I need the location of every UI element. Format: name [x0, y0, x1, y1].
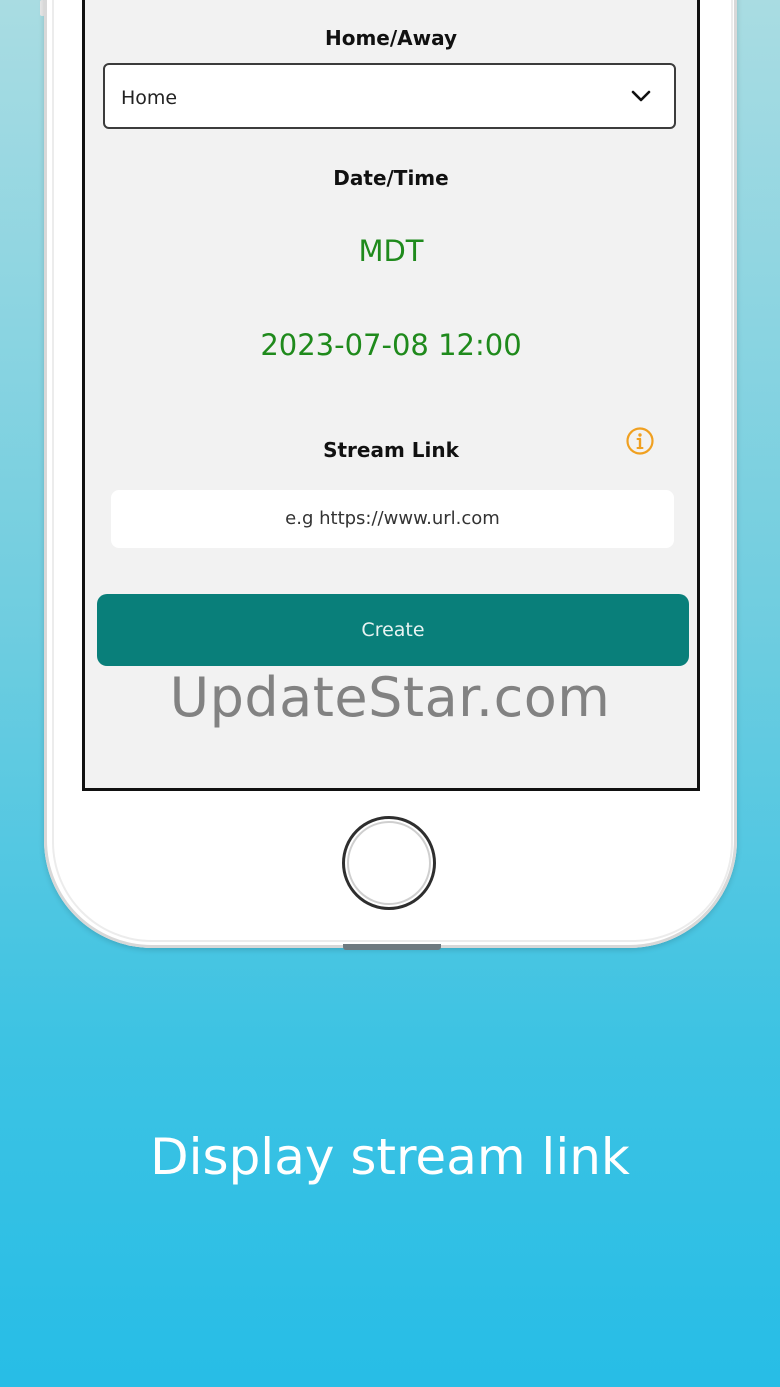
- timezone-value[interactable]: MDT: [85, 234, 697, 268]
- datetime-value[interactable]: 2023-07-08 12:00: [85, 328, 697, 362]
- datetime-label: Date/Time: [333, 166, 449, 190]
- watermark-text: UpdateStar.com: [169, 666, 611, 729]
- phone-bottom-port: [343, 944, 441, 950]
- stream-link-input[interactable]: e.g https://www.url.com: [111, 490, 674, 548]
- home-away-selected-value: Home: [121, 87, 178, 109]
- stream-link-label: Stream Link: [323, 438, 459, 462]
- home-button[interactable]: [342, 816, 436, 910]
- home-away-select[interactable]: Home: [103, 63, 676, 129]
- create-button[interactable]: Create: [97, 594, 689, 666]
- caption-text: Display stream link: [150, 1128, 630, 1186]
- chevron-down-icon: [631, 90, 651, 102]
- home-away-label: Home/Away: [324, 26, 458, 50]
- info-icon[interactable]: [625, 426, 655, 456]
